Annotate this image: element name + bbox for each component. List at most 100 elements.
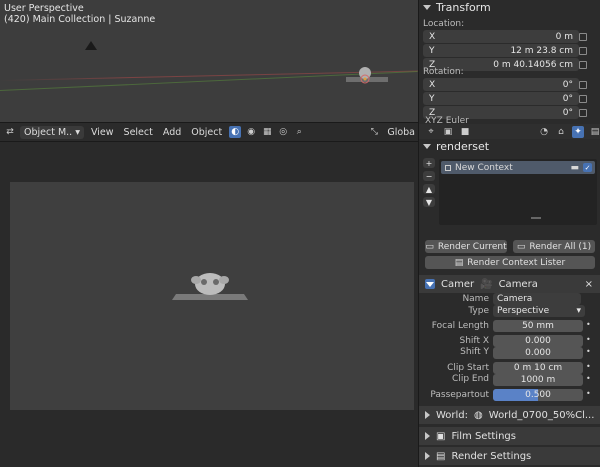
renderset-title: renderset [436, 140, 490, 153]
render-current-button[interactable]: ▭ Render Current [425, 240, 507, 253]
context-list[interactable]: New Context ▬ ✓ [439, 159, 597, 225]
lock-rot-y-icon[interactable] [579, 95, 587, 103]
render-frame [10, 182, 414, 410]
lock-rot-z-icon[interactable] [579, 109, 587, 117]
focal-length-label: Focal Length [431, 321, 489, 331]
name-field[interactable]: Camera [493, 293, 581, 305]
world-label: World: [436, 409, 469, 421]
camera-object-icon[interactable] [84, 40, 98, 52]
camera-section-header[interactable]: Camer 🎥 Camera × [419, 275, 600, 293]
menu-add[interactable]: Add [160, 126, 184, 139]
shading-icon[interactable]: ◉ [245, 126, 257, 138]
options-icon[interactable]: ▤ [589, 126, 600, 138]
location-x-field[interactable]: X 0 m [423, 30, 579, 43]
expand-triangle-icon[interactable] [425, 411, 430, 419]
camera-object-icon-small: 🎥 [480, 278, 493, 290]
list-add-button[interactable]: + [423, 158, 435, 168]
render-current-icon: ▭ [425, 241, 434, 252]
rotation-y-field[interactable]: Y 0° [423, 92, 579, 105]
list-side-buttons: + − ▲ ▼ [423, 158, 435, 224]
keyframe-dot-icon[interactable]: • [586, 320, 591, 329]
transform-orientation-icon[interactable]: ⤡ [368, 126, 380, 138]
mode-dropdown[interactable]: Object M.. ▾ [20, 125, 84, 139]
menu-view[interactable]: View [88, 126, 117, 139]
overlay-icon[interactable]: ▦ [261, 126, 273, 138]
collapse-triangle-icon[interactable] [423, 5, 431, 10]
passepartout-slider[interactable]: 0.500 [493, 389, 583, 401]
lister-icon: ▤ [454, 257, 464, 268]
render-all-button[interactable]: ▭ Render All (1) [513, 240, 595, 253]
lock-x-icon[interactable] [579, 33, 587, 41]
list-move-down-button[interactable]: ▼ [423, 197, 435, 207]
rotation-x-field[interactable]: X 0° [423, 78, 579, 91]
top-3d-viewport[interactable]: User Perspective (420) Main Collection |… [0, 0, 418, 122]
expand-triangle-icon[interactable] [425, 432, 430, 440]
suzanne-object[interactable] [344, 64, 390, 86]
globe-icon[interactable]: ◐ [229, 126, 242, 138]
clip-start-field[interactable]: 0 m 10 cm [493, 362, 583, 374]
list-move-up-button[interactable]: ▲ [423, 184, 435, 194]
type-dropdown[interactable]: Perspective ▾ [493, 305, 585, 317]
keyframe-dot-icon[interactable]: • [586, 374, 591, 383]
menu-object[interactable]: Object [188, 126, 225, 139]
material-icon[interactable]: ◎ [277, 126, 289, 138]
context-list-item[interactable]: New Context ▬ ✓ [441, 161, 595, 174]
lock-rot-x-icon[interactable] [579, 81, 587, 89]
folder-icon[interactable]: ▬ [570, 163, 579, 173]
viewport-collection-label: (420) Main Collection | Suzanne [4, 14, 156, 25]
clip-end-label: Clip End [452, 374, 489, 384]
keyframe-dot-icon[interactable]: • [586, 362, 591, 371]
location-y-field[interactable]: Y 12 m 23.8 cm [423, 44, 579, 57]
lock-z-icon[interactable] [579, 61, 587, 69]
keyframe-dot-icon[interactable]: • [586, 347, 591, 356]
render-icon: ▤ [436, 450, 446, 462]
focal-length-field[interactable]: 50 mm [493, 320, 583, 332]
renderset-collapse-icon[interactable] [423, 144, 431, 149]
orientation-dropdown[interactable]: Globa [384, 126, 418, 139]
world-value[interactable]: World_0700_50%Cl... [489, 410, 595, 421]
proportional-edit-icon[interactable]: ✦ [572, 125, 584, 138]
camera-expand-icon[interactable] [425, 279, 435, 289]
camera-header-object: Camera [498, 278, 538, 290]
rotation-label: Rotation: [423, 67, 464, 77]
viewport-perspective-label: User Perspective [4, 3, 84, 14]
name-label: Name [462, 294, 489, 304]
select-box-icon[interactable]: ▣ [442, 126, 454, 138]
renderset-header[interactable]: renderset [423, 140, 489, 153]
world-section-header[interactable]: World: ◍ World_0700_50%Cl... [419, 406, 600, 424]
visibility-icon[interactable]: ◔ [538, 126, 550, 138]
chevron-down-icon: ▾ [576, 306, 581, 316]
properties-panel: Transform Location: X 0 m Y 12 m 23.8 cm… [418, 0, 600, 467]
editor-type-icon[interactable]: ⇄ [4, 126, 16, 138]
transform-title: Transform [436, 1, 491, 14]
menu-select[interactable]: Select [121, 126, 156, 139]
cursor-tool-icon[interactable]: ⌖ [425, 126, 437, 138]
render-settings-header[interactable]: ▤ Render Settings [419, 447, 600, 465]
list-resize-handle[interactable] [531, 217, 541, 219]
film-icon: ▣ [436, 430, 446, 442]
keyframe-dot-icon[interactable]: • [586, 389, 591, 398]
context-lister-button[interactable]: ▤ Render Context Lister [425, 256, 595, 269]
lock-y-icon[interactable] [579, 47, 587, 55]
clip-end-field[interactable]: 1000 m [493, 374, 583, 386]
film-settings-header[interactable]: ▣ Film Settings [419, 427, 600, 445]
camera-header-label: Camer [441, 278, 475, 290]
list-remove-button[interactable]: − [423, 171, 435, 181]
close-icon[interactable]: × [585, 279, 593, 290]
expand-triangle-icon[interactable] [425, 452, 430, 460]
check-icon[interactable]: ✓ [583, 163, 592, 172]
shift-y-field[interactable]: 0.000 [493, 347, 583, 359]
location-fields: X 0 m Y 12 m 23.8 cm Z 0 m 40.14056 cm [423, 30, 579, 71]
shading-solid-icon[interactable]: ■ [459, 126, 471, 138]
rotation-fields: X 0° Y 0° Z 0° [423, 78, 579, 119]
shift-x-field[interactable]: 0.000 [493, 335, 583, 347]
mode-label: Object M.. [24, 126, 73, 138]
transform-header[interactable]: Transform [423, 1, 491, 14]
keyframe-dot-icon[interactable]: • [586, 335, 591, 344]
context-item-label: New Context [455, 162, 513, 173]
clip-start-label: Clip Start [447, 363, 489, 373]
passepartout-label: Passepartout [430, 390, 489, 400]
search-icon[interactable]: ⌕ [293, 126, 305, 138]
snap-icon[interactable]: ⌂ [555, 126, 567, 138]
type-label: Type [468, 306, 489, 316]
